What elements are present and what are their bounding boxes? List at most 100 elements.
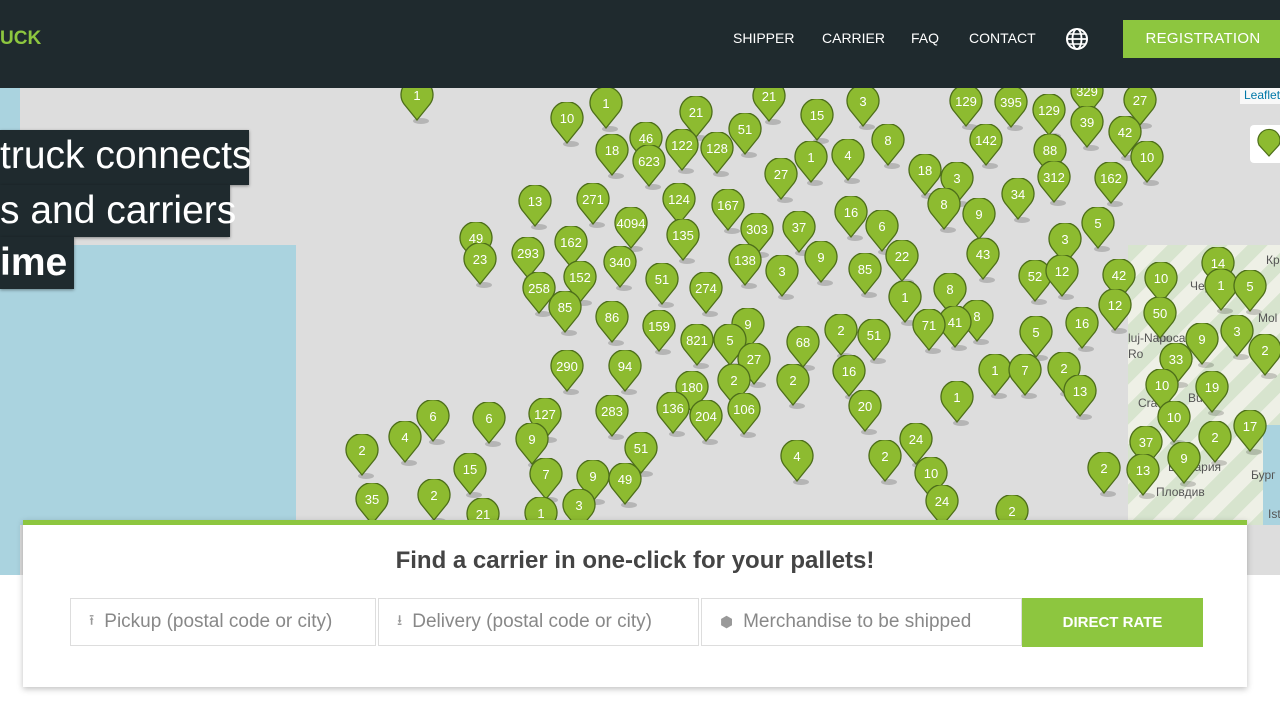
cluster-marker[interactable]: 12 bbox=[1044, 255, 1080, 303]
cluster-marker[interactable]: 2 bbox=[775, 364, 811, 412]
place-label: Ro bbox=[1128, 347, 1144, 361]
cluster-marker[interactable]: 135 bbox=[665, 219, 701, 267]
cluster-marker[interactable]: 5 bbox=[1232, 270, 1268, 318]
marker-count: 42 bbox=[1111, 268, 1127, 283]
cluster-marker[interactable]: 51 bbox=[644, 263, 680, 311]
cluster-marker[interactable]: 2 bbox=[867, 440, 903, 488]
pin-icon bbox=[472, 402, 506, 447]
marker-count: 2 bbox=[358, 443, 366, 458]
cluster-marker[interactable]: 3 bbox=[764, 255, 800, 303]
marker-count: 204 bbox=[695, 409, 717, 424]
cluster-marker[interactable]: 2 bbox=[1086, 452, 1122, 500]
pin-icon bbox=[665, 129, 699, 174]
cluster-marker[interactable]: 7 bbox=[1007, 354, 1043, 402]
cluster-marker[interactable]: 51 bbox=[727, 113, 763, 161]
delivery-input[interactable]: ⭳ Delivery (postal code or city) bbox=[378, 598, 699, 646]
cluster-marker[interactable]: 136 bbox=[655, 392, 691, 440]
cluster-marker[interactable]: 8 bbox=[870, 124, 906, 172]
cluster-marker[interactable]: 821 bbox=[679, 324, 715, 372]
cluster-marker[interactable]: 8 bbox=[926, 188, 962, 236]
cluster-marker[interactable]: 34 bbox=[1000, 178, 1036, 226]
pickup-input[interactable]: ⭱ Pickup (postal code or city) bbox=[70, 598, 376, 646]
cluster-marker[interactable]: 4 bbox=[779, 440, 815, 488]
cluster-marker[interactable]: 10 bbox=[1129, 141, 1165, 189]
logo[interactable]: UCK bbox=[0, 28, 41, 50]
cluster-marker[interactable]: 106 bbox=[726, 393, 762, 441]
marker-count: 24 bbox=[934, 494, 950, 509]
cluster-marker[interactable]: 204 bbox=[688, 400, 724, 448]
marker-count: 152 bbox=[569, 270, 591, 285]
cluster-marker[interactable]: 20 bbox=[847, 390, 883, 438]
nav-carrier[interactable]: CARRIER bbox=[822, 30, 885, 46]
cluster-marker[interactable]: 159 bbox=[641, 310, 677, 358]
marker-count: 51 bbox=[866, 328, 882, 343]
pin-icon bbox=[666, 219, 700, 264]
cluster-marker[interactable]: 85 bbox=[847, 253, 883, 301]
cluster-marker[interactable]: 4 bbox=[387, 421, 423, 469]
cluster-marker[interactable]: 85 bbox=[547, 291, 583, 339]
cluster-marker[interactable]: 13 bbox=[517, 185, 553, 233]
legend-control[interactable] bbox=[1250, 125, 1280, 163]
cluster-marker[interactable]: 290 bbox=[549, 350, 585, 398]
cluster-marker[interactable]: 39 bbox=[1069, 106, 1105, 154]
pin-icon bbox=[589, 87, 623, 132]
cluster-marker[interactable]: 15 bbox=[452, 453, 488, 501]
marker-count: 340 bbox=[609, 255, 631, 270]
cluster-marker[interactable]: 5 bbox=[1080, 207, 1116, 255]
merchandise-input[interactable]: ⬢ Merchandise to be shipped bbox=[701, 598, 1022, 646]
leaflet-attribution[interactable]: Leaflet bbox=[1240, 88, 1280, 104]
cluster-marker[interactable]: 2 bbox=[1197, 421, 1233, 469]
pin-icon bbox=[603, 246, 637, 291]
cluster-marker[interactable]: 6 bbox=[471, 402, 507, 450]
cluster-marker[interactable]: 340 bbox=[602, 246, 638, 294]
pin-icon bbox=[1063, 375, 1097, 420]
globe-icon[interactable] bbox=[1065, 27, 1089, 51]
cluster-marker[interactable]: 49 bbox=[607, 463, 643, 511]
marker-count: 9 bbox=[975, 207, 983, 222]
registration-button[interactable]: REGISTRATION bbox=[1123, 20, 1280, 58]
cluster-marker[interactable]: 1 bbox=[939, 381, 975, 429]
cluster-marker[interactable]: 271 bbox=[575, 183, 611, 231]
cluster-marker[interactable]: 2 bbox=[344, 434, 380, 482]
cluster-marker[interactable]: 71 bbox=[911, 309, 947, 357]
cluster-marker[interactable]: 27 bbox=[763, 158, 799, 206]
cluster-marker[interactable]: 312 bbox=[1036, 161, 1072, 209]
cluster-marker[interactable]: 2 bbox=[1247, 334, 1280, 382]
cluster-marker[interactable]: 17 bbox=[1232, 410, 1268, 458]
cluster-marker[interactable]: 50 bbox=[1142, 297, 1178, 345]
cluster-marker[interactable]: 122 bbox=[664, 129, 700, 177]
cluster-marker[interactable]: 13 bbox=[1125, 454, 1161, 502]
pin-icon bbox=[1087, 452, 1121, 497]
cluster-marker[interactable]: 19 bbox=[1194, 371, 1230, 419]
nav-contact[interactable]: CONTACT bbox=[969, 30, 1036, 46]
cluster-marker[interactable]: 13 bbox=[1062, 375, 1098, 423]
marker-count: 12 bbox=[1107, 298, 1123, 313]
marker-count: 8 bbox=[884, 133, 892, 148]
marker-count: 5 bbox=[1094, 216, 1102, 231]
cluster-marker[interactable]: 23 bbox=[462, 243, 498, 291]
download-icon: ⭳ bbox=[397, 611, 403, 629]
nav-shipper[interactable]: SHIPPER bbox=[733, 30, 794, 46]
search-panel: Find a carrier in one-click for your pal… bbox=[23, 520, 1247, 687]
pin-icon bbox=[689, 400, 723, 445]
pin-icon bbox=[518, 185, 552, 230]
cluster-marker[interactable]: 18 bbox=[594, 134, 630, 182]
cluster-marker[interactable]: 43 bbox=[965, 238, 1001, 286]
delivery-placeholder: Delivery (postal code or city) bbox=[412, 611, 652, 632]
cluster-marker[interactable]: 10 bbox=[549, 102, 585, 150]
cluster-marker[interactable]: 86 bbox=[594, 301, 630, 349]
cluster-marker[interactable]: 9 bbox=[803, 241, 839, 289]
marker-count: 46 bbox=[638, 131, 654, 146]
cluster-marker[interactable]: 16 bbox=[1064, 307, 1100, 355]
nav-faq[interactable]: FAQ bbox=[911, 30, 939, 46]
cluster-marker[interactable]: 4 bbox=[830, 139, 866, 187]
marker-count: 2 bbox=[1261, 343, 1269, 358]
cluster-marker[interactable]: 94 bbox=[607, 350, 643, 398]
cluster-marker[interactable]: 9 bbox=[1166, 442, 1202, 490]
cluster-marker[interactable]: 1 bbox=[588, 87, 624, 135]
cluster-marker[interactable]: 138 bbox=[727, 244, 763, 292]
cluster-marker[interactable]: 162 bbox=[1093, 162, 1129, 210]
cluster-marker[interactable]: 274 bbox=[688, 272, 724, 320]
direct-rate-button[interactable]: DIRECT RATE bbox=[1022, 598, 1203, 647]
cluster-marker[interactable]: 12 bbox=[1097, 289, 1133, 337]
